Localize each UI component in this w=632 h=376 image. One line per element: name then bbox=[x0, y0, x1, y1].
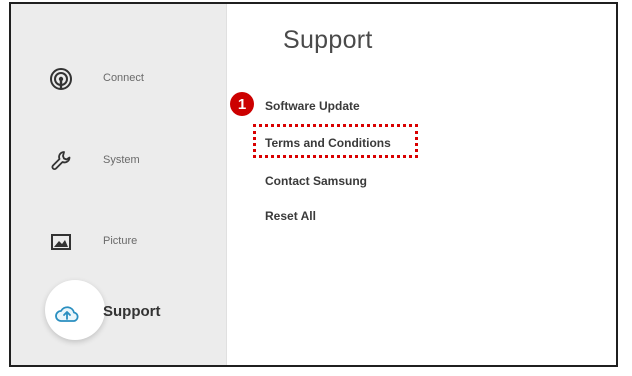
sidebar-item-picture[interactable]: Picture bbox=[11, 212, 226, 268]
picture-icon bbox=[49, 230, 73, 254]
highlight-annotation bbox=[253, 124, 418, 158]
menu-item-contact-samsung[interactable]: Contact Samsung bbox=[261, 172, 371, 190]
connect-icon bbox=[49, 67, 73, 91]
sidebar-item-system[interactable]: System bbox=[11, 131, 226, 187]
wrench-icon bbox=[49, 149, 73, 173]
sidebar-item-label: Picture bbox=[103, 235, 138, 247]
sidebar-item-label: Connect bbox=[103, 72, 144, 84]
page-title: Support bbox=[283, 26, 373, 54]
settings-window: Connect System Picture Support Support 1… bbox=[9, 2, 618, 367]
menu-item-reset-all[interactable]: Reset All bbox=[261, 207, 320, 225]
sidebar-item-connect[interactable]: Connect bbox=[11, 49, 226, 105]
sidebar-item-label: System bbox=[103, 154, 140, 166]
menu-item-software-update[interactable]: Software Update bbox=[261, 97, 364, 115]
settings-sidebar: Connect System Picture Support bbox=[11, 4, 227, 365]
sidebar-item-support[interactable]: Support bbox=[11, 284, 226, 340]
cloud-support-icon bbox=[53, 300, 81, 328]
step-badge: 1 bbox=[230, 92, 254, 116]
support-panel: Support 1 Software Update Terms and Cond… bbox=[227, 4, 616, 365]
sidebar-item-label: Support bbox=[103, 303, 161, 320]
